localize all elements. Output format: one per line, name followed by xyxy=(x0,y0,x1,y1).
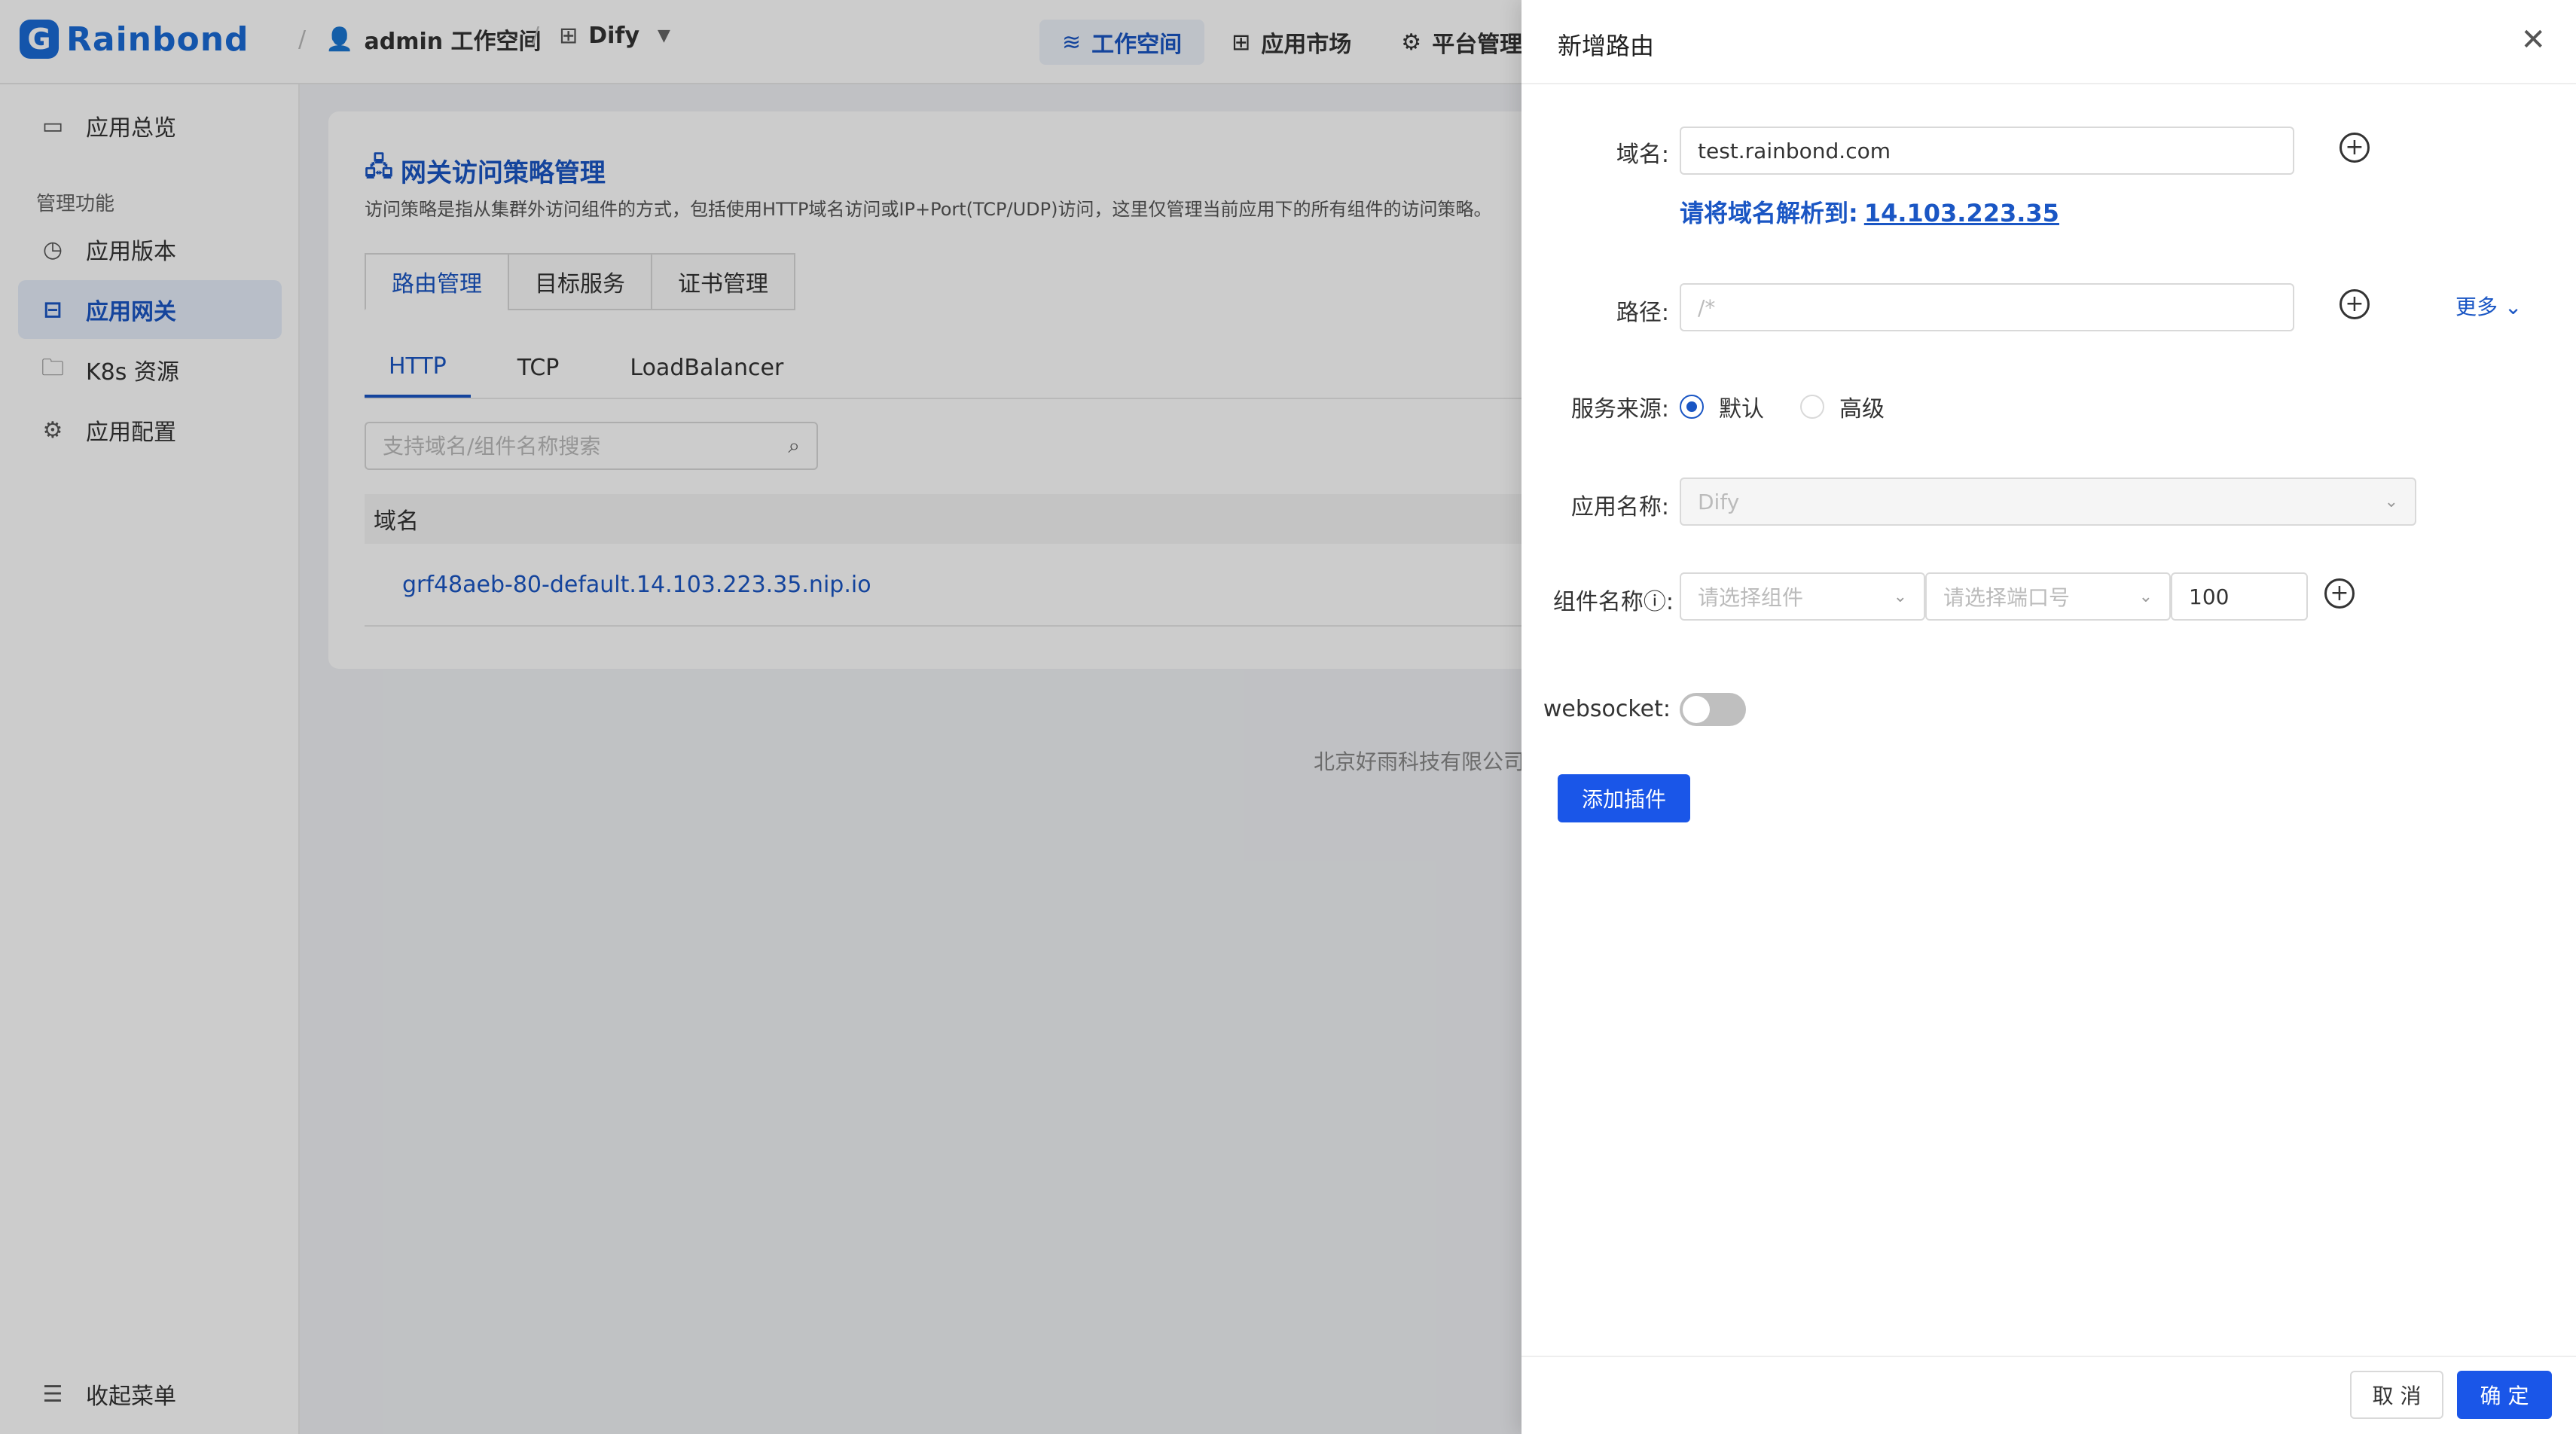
drawer-title: 新增路由 xyxy=(1558,32,1655,60)
dns-hint: 请将域名解析到: 14.103.223.35 xyxy=(1680,194,2059,229)
add-path-icon[interactable]: + xyxy=(2339,289,2370,319)
chevron-down-icon: ⌄ xyxy=(1893,587,1907,606)
source-radio-group: 默认 高级 xyxy=(1680,390,1921,423)
more-toggle[interactable]: 更多 ⌄ xyxy=(2455,291,2522,321)
radio-advanced-label[interactable]: 高级 xyxy=(1839,390,1885,423)
component-label-text: 组件名称 xyxy=(1552,589,1644,615)
component-label-colon: : xyxy=(1665,589,1674,615)
weight-field xyxy=(2171,572,2308,621)
domain-field xyxy=(1680,127,2294,175)
component-placeholder: 请选择组件 xyxy=(1698,585,1804,610)
dns-hint-ip[interactable]: 14.103.223.35 xyxy=(1864,199,2059,227)
add-plugin-button[interactable]: 添加插件 xyxy=(1558,774,1690,822)
question-circle-icon[interactable]: ⓘ xyxy=(1644,589,1666,615)
chevron-double-down-icon: ⌄ xyxy=(2498,294,2523,319)
path-input[interactable] xyxy=(1698,294,2276,320)
websocket-switch[interactable] xyxy=(1680,693,1746,726)
confirm-button[interactable]: 确 定 xyxy=(2457,1371,2552,1419)
add-domain-icon[interactable]: + xyxy=(2339,133,2370,163)
path-label: 路径: xyxy=(1616,300,1669,326)
port-placeholder: 请选择端口号 xyxy=(1943,585,2071,610)
dns-hint-text: 请将域名解析到: xyxy=(1680,199,1858,227)
drawer-header: 新增路由 ✕ xyxy=(1521,0,2576,84)
radio-default-label[interactable]: 默认 xyxy=(1719,390,1764,423)
radio-advanced[interactable] xyxy=(1800,395,1824,419)
source-label: 服务来源: xyxy=(1570,396,1669,423)
websocket-label: websocket: xyxy=(1543,696,1671,722)
add-component-icon[interactable]: + xyxy=(2324,578,2355,609)
domain-label: 域名: xyxy=(1616,142,1669,168)
radio-default[interactable] xyxy=(1680,395,1704,419)
app-root: G Rainbond / 👤 admin 工作空间 / ⊞ Dify ▼ ≋ 工… xyxy=(0,0,2576,1434)
port-select[interactable]: 请选择端口号 ⌄ xyxy=(1925,572,2171,621)
chevron-down-icon: ⌄ xyxy=(2384,492,2398,511)
weight-input[interactable] xyxy=(2189,584,2290,609)
more-label: 更多 xyxy=(2455,294,2498,319)
app-name-label: 应用名称: xyxy=(1570,494,1669,520)
domain-input[interactable] xyxy=(1698,138,2276,163)
path-field xyxy=(1680,283,2294,331)
app-name-select: Dify ⌄ xyxy=(1680,477,2416,526)
close-icon[interactable]: ✕ xyxy=(2520,23,2546,57)
cancel-button[interactable]: 取 消 xyxy=(2350,1371,2443,1419)
component-select[interactable]: 请选择组件 ⌄ xyxy=(1680,572,1925,621)
component-label: 组件名称ⓘ: xyxy=(1518,583,1674,616)
chevron-down-icon: ⌄ xyxy=(2138,587,2153,606)
app-name-value: Dify xyxy=(1698,489,1740,514)
